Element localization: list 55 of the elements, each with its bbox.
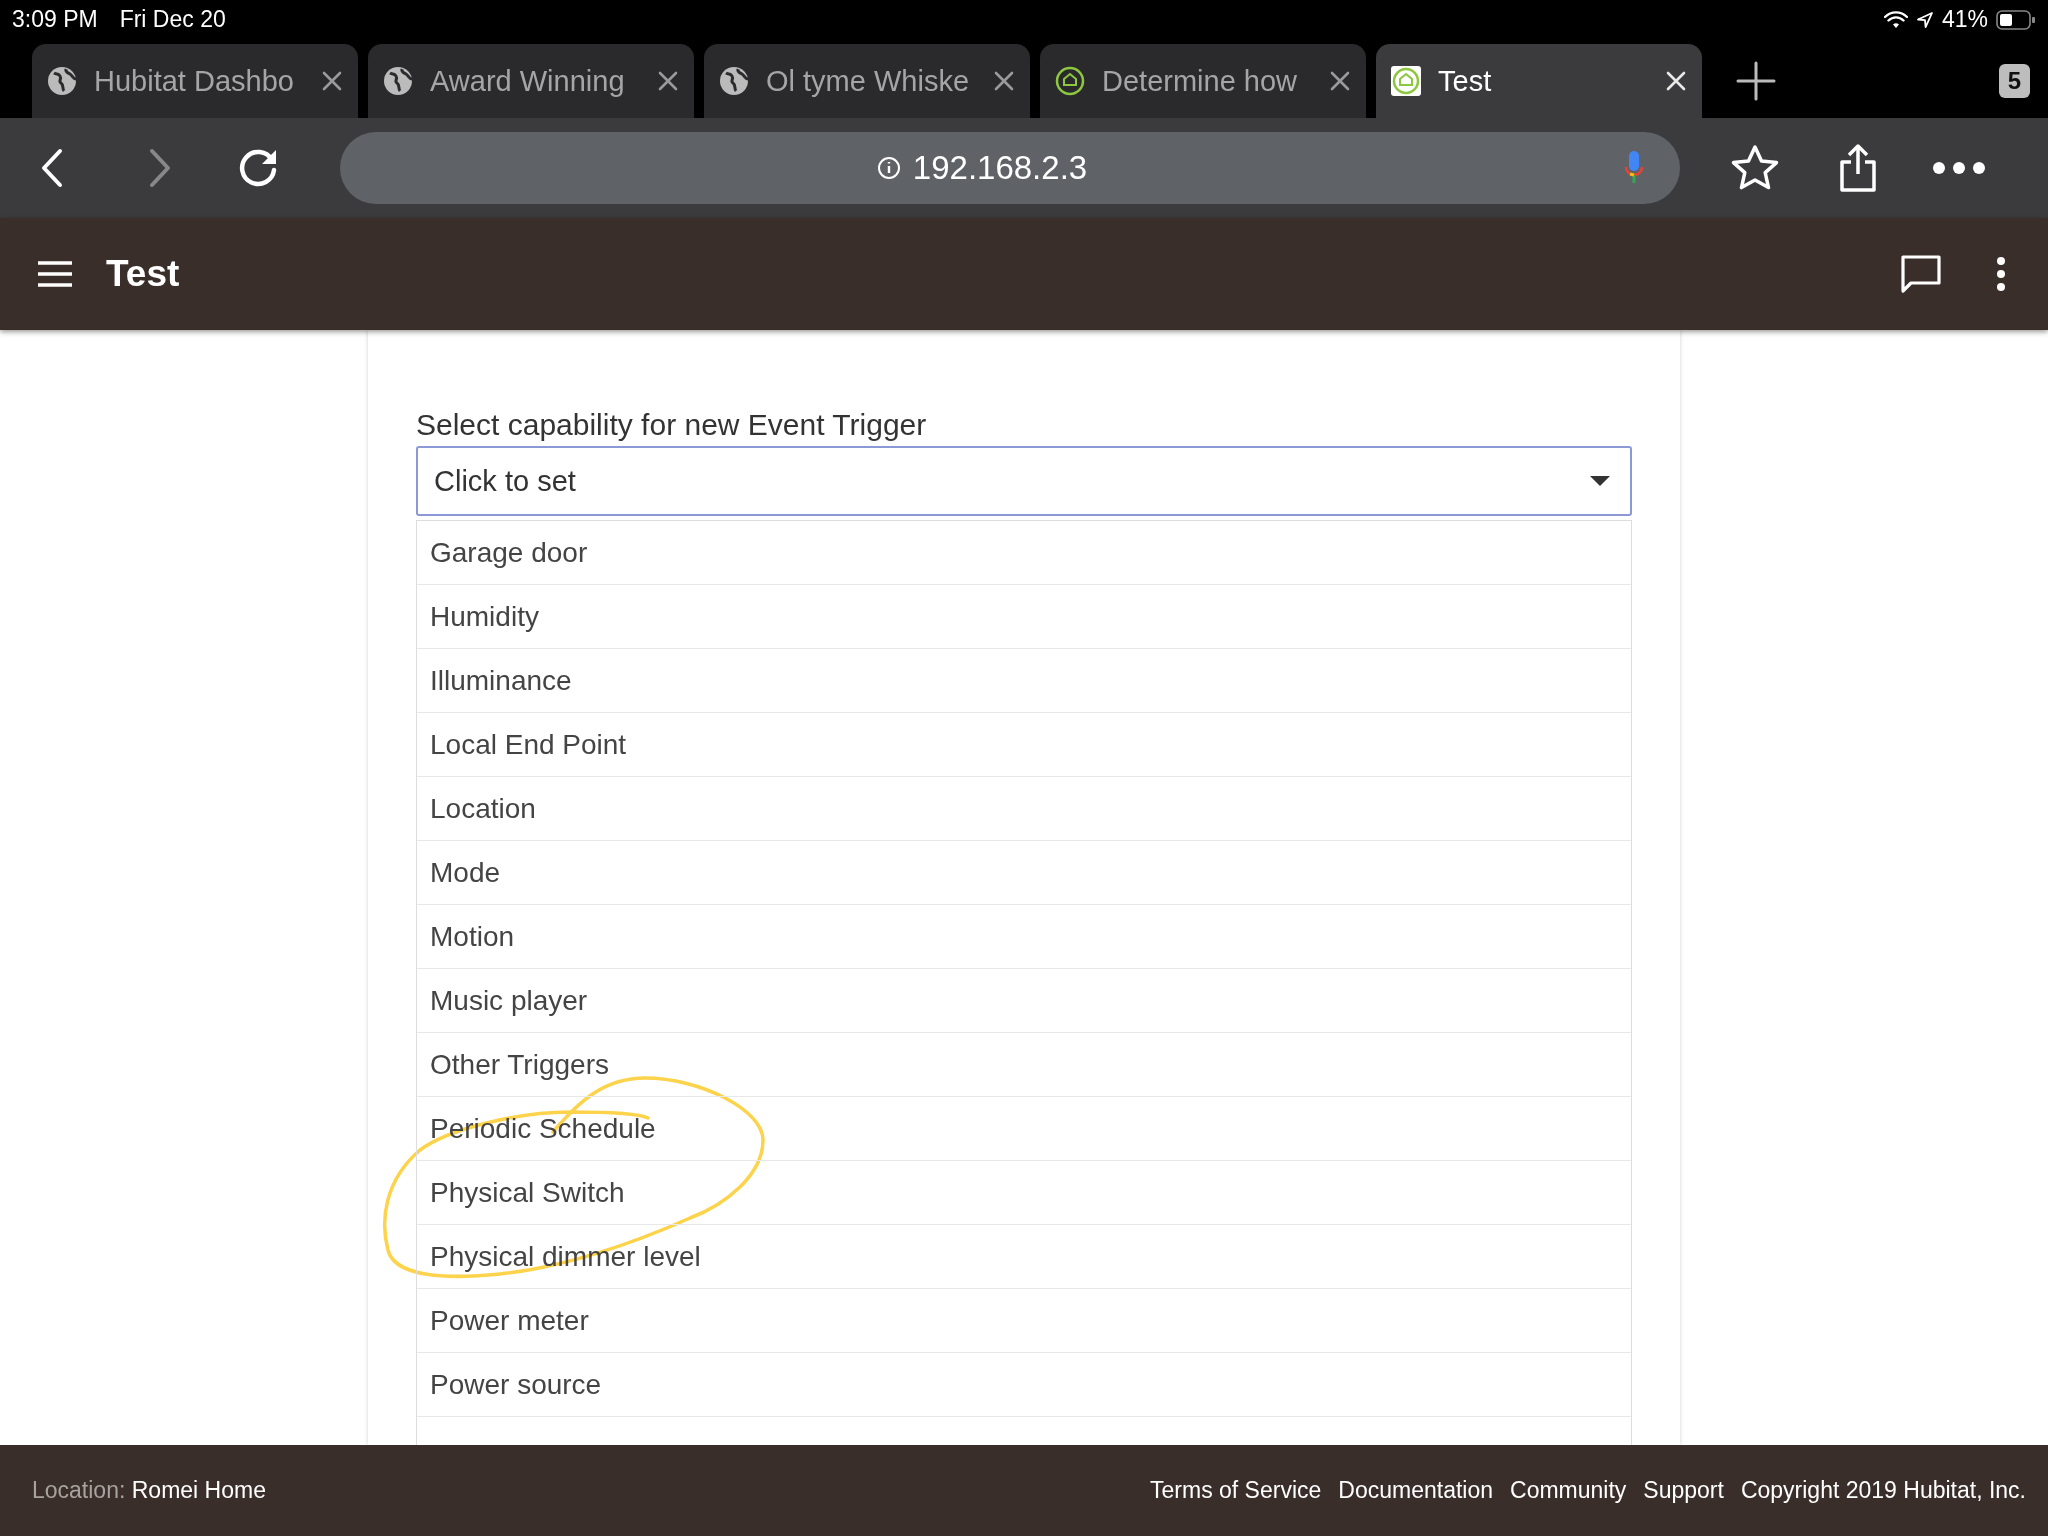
url-text: 192.168.2.3: [912, 149, 1088, 187]
house-logo-icon: [1054, 65, 1086, 97]
caret-icon: [1590, 476, 1610, 486]
footer-link[interactable]: Support: [1643, 1477, 1724, 1504]
globe-icon: [382, 65, 414, 97]
dropdown-option[interactable]: Local End Point: [417, 713, 1631, 777]
forward-icon[interactable]: [148, 148, 172, 188]
close-icon[interactable]: [994, 71, 1014, 91]
footer-link[interactable]: Documentation: [1338, 1477, 1493, 1504]
field-label: Select capability for new Event Trigger: [416, 408, 928, 442]
footer-link[interactable]: Community: [1510, 1477, 1627, 1504]
star-icon[interactable]: [1730, 144, 1780, 192]
browser-tab[interactable]: Determine how: [1040, 44, 1366, 118]
house-logo-icon: [1390, 65, 1422, 97]
dropdown-option[interactable]: Illuminance: [417, 649, 1631, 713]
capability-dropdown[interactable]: Click to set: [416, 446, 1632, 516]
close-icon[interactable]: [658, 71, 678, 91]
page-title: Test: [106, 253, 180, 295]
new-tab-plus-icon[interactable]: [1736, 61, 1776, 101]
browser-tab[interactable]: Test: [1376, 44, 1702, 118]
dropdown-option[interactable]: Physical Switch: [417, 1161, 1631, 1225]
dropdown-option[interactable]: Other Triggers: [417, 1033, 1631, 1097]
close-icon[interactable]: [1330, 71, 1350, 91]
dropdown-option[interactable]: Humidity: [417, 585, 1631, 649]
back-icon[interactable]: [40, 148, 64, 188]
battery-icon: [1996, 9, 2036, 30]
dropdown-option[interactable]: Power source: [417, 1353, 1631, 1417]
dropdown-option[interactable]: Location: [417, 777, 1631, 841]
dropdown-option[interactable]: Music player: [417, 969, 1631, 1033]
globe-icon: [718, 65, 750, 97]
status-time: 3:09 PM: [12, 6, 98, 33]
wifi-icon: [1883, 10, 1908, 29]
browser-tab[interactable]: Hubitat Dashbo: [32, 44, 358, 118]
menu-icon[interactable]: [36, 260, 74, 288]
info-icon: [876, 156, 901, 180]
tab-count-button[interactable]: 5: [1998, 64, 2030, 98]
dropdown-option[interactable]: Garage door: [417, 521, 1631, 585]
location-arrow-icon: [1915, 10, 1934, 29]
location-text: Location: Romei Home: [32, 1477, 266, 1504]
browser-tab[interactable]: Award Winning: [368, 44, 694, 118]
status-date: Fri Dec 20: [119, 6, 226, 33]
share-icon[interactable]: [1838, 144, 1878, 192]
more-dots-icon[interactable]: [1932, 161, 1986, 175]
dropdown-option[interactable]: Power meter: [417, 1289, 1631, 1353]
chat-icon[interactable]: [1900, 254, 1942, 294]
globe-icon: [46, 65, 78, 97]
address-bar[interactable]: 192.168.2.3: [340, 132, 1680, 204]
browser-tab[interactable]: Ol tyme Whiske: [704, 44, 1030, 118]
more-vertical-icon[interactable]: [1996, 256, 2006, 292]
footer-link[interactable]: Copyright 2019 Hubitat, Inc.: [1740, 1477, 2026, 1504]
dropdown-option[interactable]: Mode: [417, 841, 1631, 905]
footer-link[interactable]: Terms of Service: [1150, 1477, 1322, 1504]
dropdown-option[interactable]: Motion: [417, 905, 1631, 969]
close-icon[interactable]: [322, 71, 342, 91]
battery-percent: 41%: [1941, 6, 1988, 33]
